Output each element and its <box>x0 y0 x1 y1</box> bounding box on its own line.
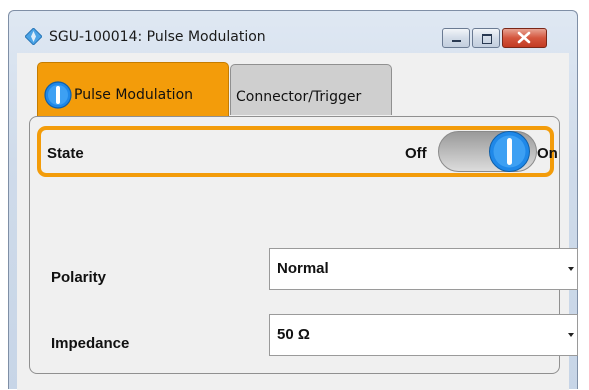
toggle-on-icon <box>44 81 72 109</box>
tab-connector-trigger[interactable]: Connector/Trigger <box>230 64 392 115</box>
impedance-value: 50 Ω <box>277 326 310 343</box>
dropdown-arrow-icon <box>568 333 574 337</box>
maximize-button[interactable] <box>472 28 500 48</box>
toggle-knob-icon <box>489 131 530 172</box>
title-bar[interactable]: SGU-100014: Pulse Modulation <box>9 11 577 51</box>
dialog-window: SGU-100014: Pulse Modulation Pulse Modul… <box>8 10 578 390</box>
impedance-select[interactable]: 50 Ω <box>269 314 578 356</box>
polarity-label: Polarity <box>51 269 107 286</box>
state-label: State <box>47 145 84 162</box>
close-icon <box>517 31 531 44</box>
tab-label: Pulse Modulation <box>74 87 194 103</box>
close-button[interactable] <box>502 28 547 48</box>
state-row: State Off On <box>37 126 558 177</box>
dialog-client-area: Pulse Modulation Connector/Trigger State… <box>17 53 578 390</box>
window-title: SGU-100014: Pulse Modulation <box>49 29 266 45</box>
tab-label: Connector/Trigger <box>236 89 362 105</box>
settings-panel: State Off On Polarity Normal Impedance 5… <box>29 116 578 374</box>
state-on-label: On <box>537 145 558 162</box>
state-off-label: Off <box>405 145 427 162</box>
diamond-arrows-icon <box>25 28 42 45</box>
polarity-value: Normal <box>277 260 329 277</box>
dropdown-arrow-icon <box>568 267 574 271</box>
polarity-select[interactable]: Normal <box>269 248 578 290</box>
tab-pulse-modulation[interactable]: Pulse Modulation <box>37 62 229 116</box>
state-toggle-switch[interactable] <box>438 131 537 172</box>
impedance-label: Impedance <box>51 335 130 352</box>
minimize-button[interactable] <box>442 28 470 48</box>
